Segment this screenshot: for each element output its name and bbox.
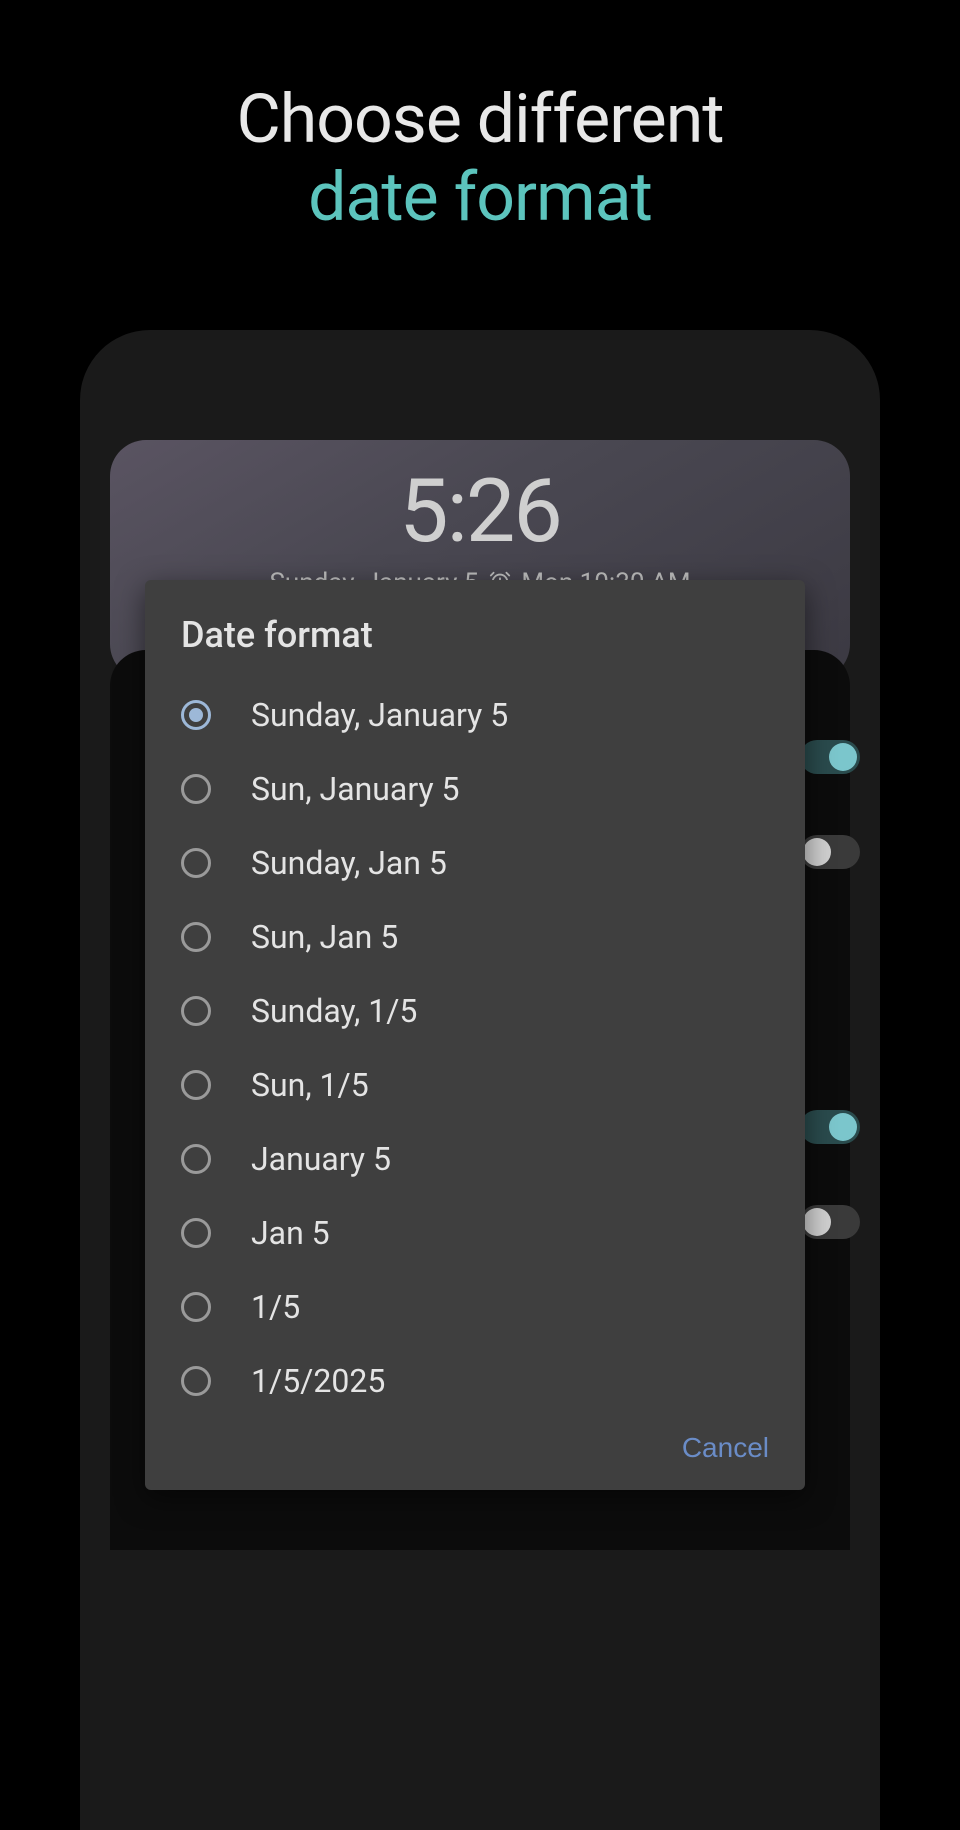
option-label: January 5 [251, 1140, 391, 1178]
headline-line2: date format [308, 157, 652, 237]
option-label: Sunday, January 5 [251, 696, 508, 734]
date-format-dialog: Date format Sunday, January 5 Sun, Januar… [145, 580, 805, 1490]
option-label: 1/5/2025 [251, 1362, 385, 1400]
radio-icon [181, 1144, 211, 1174]
radio-icon [181, 774, 211, 804]
radio-icon [181, 1218, 211, 1248]
date-format-option[interactable]: Sun, Jan 5 [145, 900, 805, 974]
date-format-option[interactable]: Sunday, 1/5 [145, 974, 805, 1048]
dialog-actions: Cancel [145, 1418, 805, 1470]
radio-icon [181, 1292, 211, 1322]
date-format-option[interactable]: Sunday, January 5 [145, 678, 805, 752]
radio-icon [181, 848, 211, 878]
date-format-option[interactable]: January 5 [145, 1122, 805, 1196]
date-format-option[interactable]: 1/5 [145, 1270, 805, 1344]
option-label: Sunday, Jan 5 [251, 844, 447, 882]
date-format-option[interactable]: Sunday, Jan 5 [145, 826, 805, 900]
setting-toggle[interactable] [800, 835, 860, 869]
radio-icon [181, 996, 211, 1026]
radio-icon [181, 700, 211, 730]
dialog-title: Date format [145, 580, 805, 678]
option-label: Sun, Jan 5 [251, 918, 398, 956]
device-frame: 5:26 Sunday, January 5 Mon 10:30 AM Date… [80, 330, 880, 1830]
option-label: 1/5 [251, 1288, 300, 1326]
date-format-option[interactable]: Sun, 1/5 [145, 1048, 805, 1122]
date-format-option[interactable]: 1/5/2025 [145, 1344, 805, 1418]
promo-headline: Choose different date format [0, 0, 960, 236]
date-format-option[interactable]: Jan 5 [145, 1196, 805, 1270]
date-format-option[interactable]: Sun, January 5 [145, 752, 805, 826]
radio-icon [181, 1366, 211, 1396]
option-label: Sunday, 1/5 [251, 992, 417, 1030]
headline-line1: Choose different [237, 79, 724, 159]
setting-toggle[interactable] [800, 1205, 860, 1239]
option-label: Jan 5 [251, 1214, 330, 1252]
preview-time: 5:26 [110, 440, 850, 563]
radio-icon [181, 1070, 211, 1100]
radio-icon [181, 922, 211, 952]
setting-toggle[interactable] [800, 740, 860, 774]
cancel-button[interactable]: Cancel [682, 1432, 769, 1464]
setting-toggle[interactable] [800, 1110, 860, 1144]
option-label: Sun, 1/5 [251, 1066, 369, 1104]
option-label: Sun, January 5 [251, 770, 460, 808]
